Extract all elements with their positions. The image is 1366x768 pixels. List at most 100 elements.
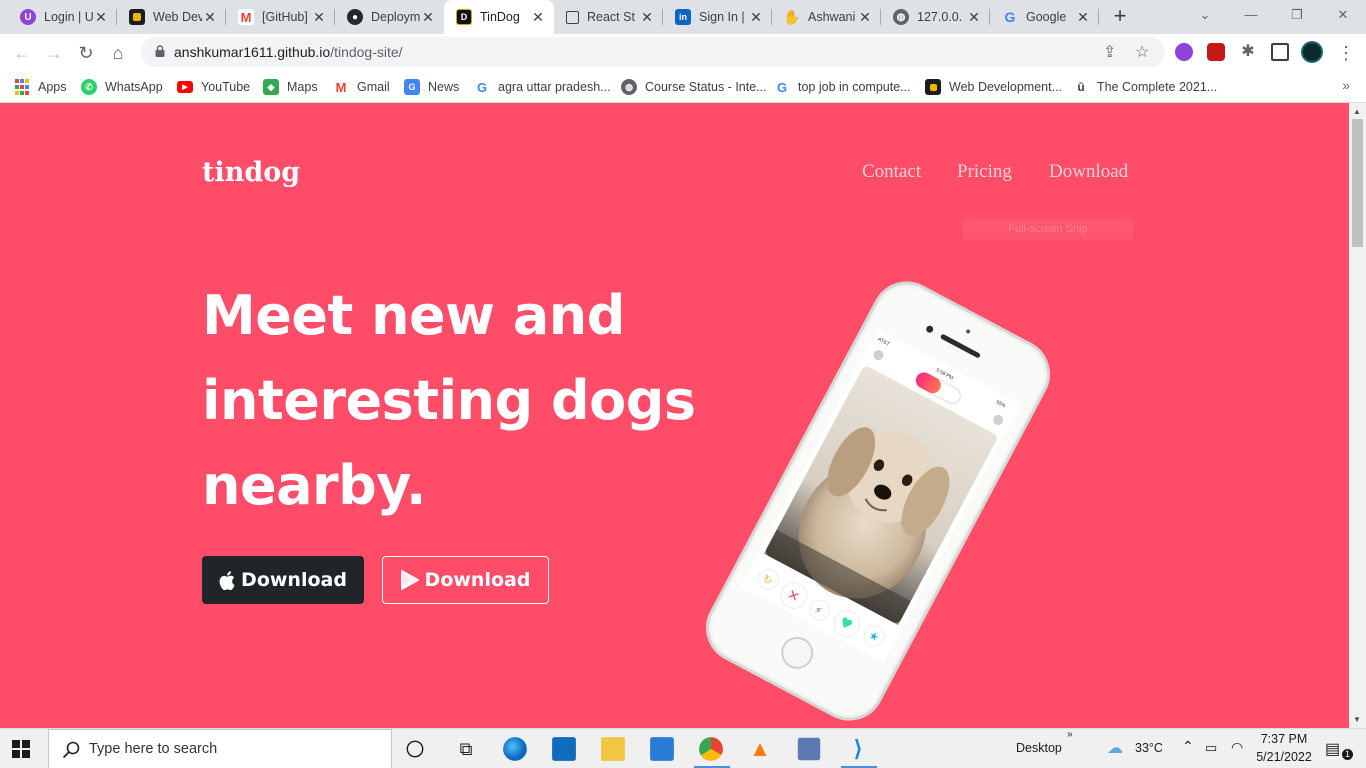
tab-deploy[interactable]: ● Deploym ✕ — [335, 0, 444, 34]
url-host: anshkumar1611.github.io — [174, 44, 331, 60]
home-button[interactable]: ⌂ — [104, 39, 132, 67]
show-hidden-icons[interactable]: ⌃ — [1182, 738, 1194, 755]
close-icon[interactable]: ✕ — [202, 9, 218, 26]
google-icon: G — [776, 79, 788, 95]
battery-icon[interactable]: ▭ — [1205, 740, 1217, 756]
tab-react[interactable]: React St ✕ — [554, 0, 663, 34]
weather-cloud-icon[interactable]: ☁ — [1107, 738, 1123, 758]
close-icon[interactable]: ✕ — [420, 9, 436, 26]
brand-logo[interactable]: tindog — [202, 157, 300, 188]
bookmark-star-icon[interactable]: ☆ — [1135, 42, 1149, 62]
bookmark-gmail[interactable]: M Gmail — [333, 77, 390, 97]
whatsapp-icon: ✆ — [81, 79, 97, 95]
minimize-button[interactable]: — — [1228, 0, 1274, 30]
bookmark-label: YouTube — [201, 80, 251, 94]
notifications-icon[interactable]: ▤ — [1325, 739, 1340, 759]
taskbar-search-input[interactable]: Type here to search — [48, 729, 392, 768]
phone-mockup-image: AT&T 5:58 PM 55% ↻ ✕ ⚡ ♥ ★ — [706, 281, 1050, 721]
reload-button[interactable]: ↻ — [72, 39, 100, 67]
bookmark-complete-2021[interactable]: ū The Complete 2021... — [1073, 77, 1217, 97]
bookmark-agra[interactable]: G agra uttar pradesh... — [474, 77, 611, 97]
extension-icon[interactable] — [1175, 43, 1193, 61]
forward-button[interactable]: → — [40, 39, 68, 67]
address-bar[interactable]: anshkumar1611.github.io/tindog-site/ ⇪ ☆ — [141, 37, 1165, 67]
linkedin-icon: in — [675, 9, 691, 25]
close-window-button[interactable]: ✕ — [1320, 0, 1366, 30]
cortana-icon[interactable] — [406, 740, 424, 758]
tab-title: [GitHub] — [262, 10, 308, 24]
scroll-up-icon[interactable]: ▲ — [1353, 107, 1361, 116]
close-icon[interactable]: ✕ — [748, 9, 764, 26]
tab-web-dev[interactable]: Web Dev ✕ — [117, 0, 226, 34]
tab-linkedin[interactable]: in Sign In | ✕ — [663, 0, 772, 34]
windows-start-icon[interactable] — [12, 740, 30, 758]
tab-localhost[interactable]: ◍ 127.0.0. ✕ — [881, 0, 990, 34]
nav-pricing[interactable]: Pricing — [957, 161, 1012, 183]
file-explorer-icon[interactable] — [601, 737, 625, 761]
weather-temp[interactable]: 33°C — [1135, 741, 1163, 755]
vlc-icon[interactable]: ▲ — [746, 735, 774, 763]
tab-title: React St — [587, 10, 635, 24]
close-icon[interactable]: ✕ — [1075, 9, 1091, 26]
google-play-download-label: Download — [424, 569, 531, 591]
back-button[interactable]: ← — [8, 39, 36, 67]
desktop-toolbar-label[interactable]: Desktop — [1016, 741, 1062, 755]
bookmarks-overflow-icon[interactable]: » — [1342, 77, 1350, 93]
scrollbar-thumb[interactable] — [1352, 119, 1363, 247]
mail-icon[interactable] — [552, 737, 576, 761]
bookmark-youtube[interactable]: ▶ YouTube — [177, 77, 250, 97]
tab-github-mail[interactable]: M [GitHub] ✕ — [226, 0, 335, 34]
tab-ashwani[interactable]: ✋ Ashwani ✕ — [772, 0, 881, 34]
bookmark-web-dev[interactable]: Web Development... — [925, 77, 1062, 97]
menu-icon[interactable]: ⋮ — [1332, 39, 1360, 67]
puzzle-icon[interactable]: ✱ — [1239, 43, 1257, 61]
extension-icon[interactable] — [1207, 43, 1225, 61]
close-icon[interactable]: ✕ — [639, 9, 655, 26]
tab-strip: U Login | U ✕ Web Dev ✕ M [GitHub] ✕ ● D… — [0, 0, 1366, 34]
tab-title: 127.0.0. — [917, 10, 963, 24]
bookmark-whatsapp[interactable]: ✆ WhatsApp — [81, 77, 163, 97]
tab-google[interactable]: G Google ✕ — [990, 0, 1099, 34]
restore-button[interactable]: ❐ — [1274, 0, 1320, 30]
edge-icon[interactable] — [503, 737, 527, 761]
side-panel-icon[interactable] — [1271, 43, 1289, 61]
bookmark-maps[interactable]: ◆ Maps — [263, 77, 318, 97]
u-logo-icon: ū — [1077, 80, 1085, 94]
tab-search-button[interactable]: ⌄ — [1182, 0, 1228, 30]
vscode-icon[interactable]: ⟩ — [844, 735, 872, 763]
close-icon[interactable]: ✕ — [530, 9, 546, 26]
news-icon: G — [404, 79, 420, 95]
tindog-icon: D — [456, 9, 472, 25]
tab-tindog[interactable]: D TinDog ✕ — [444, 0, 554, 34]
close-icon[interactable]: ✕ — [311, 9, 327, 26]
nav-download[interactable]: Download — [1049, 161, 1128, 183]
tab-login[interactable]: U Login | U ✕ — [8, 0, 117, 34]
close-icon[interactable]: ✕ — [857, 9, 873, 26]
bookmark-apps[interactable]: Apps — [14, 77, 67, 97]
hero-headline: Meet new and interesting dogs nearby. — [202, 284, 696, 517]
browser-toolbar: ← → ↻ ⌂ anshkumar1611.github.io/tindog-s… — [0, 34, 1366, 71]
nav-contact[interactable]: Contact — [862, 161, 921, 183]
wifi-icon[interactable]: ◠ — [1231, 739, 1243, 756]
toolbar-expand-icon[interactable]: » — [1067, 729, 1073, 740]
clock-date[interactable]: 5/21/2022 — [1254, 750, 1314, 764]
clock-time[interactable]: 7:37 PM — [1259, 732, 1309, 746]
chrome-icon[interactable] — [699, 737, 723, 761]
bookmark-top-job[interactable]: G top job in compute... — [774, 77, 911, 97]
globe-icon: ◍ — [621, 79, 637, 95]
new-tab-button[interactable]: + — [1107, 4, 1133, 30]
scroll-down-icon[interactable]: ▼ — [1353, 715, 1361, 724]
close-icon[interactable]: ✕ — [93, 9, 109, 26]
task-view-icon[interactable]: ⧉ — [452, 735, 480, 763]
avatar[interactable] — [1301, 41, 1323, 63]
bookmark-news[interactable]: G News — [404, 77, 459, 97]
google-play-icon — [400, 570, 419, 590]
bookmark-course-status[interactable]: ◍ Course Status - Inte... — [621, 77, 767, 97]
remote-desktop-icon[interactable] — [797, 737, 821, 761]
close-icon[interactable]: ✕ — [966, 9, 982, 26]
page-scrollbar[interactable]: ▲ ▼ — [1349, 103, 1366, 728]
store-icon[interactable] — [650, 737, 674, 761]
google-play-download-button[interactable]: Download — [382, 556, 549, 604]
apple-download-button[interactable]: Download — [202, 556, 364, 604]
share-icon[interactable]: ⇪ — [1103, 42, 1116, 62]
